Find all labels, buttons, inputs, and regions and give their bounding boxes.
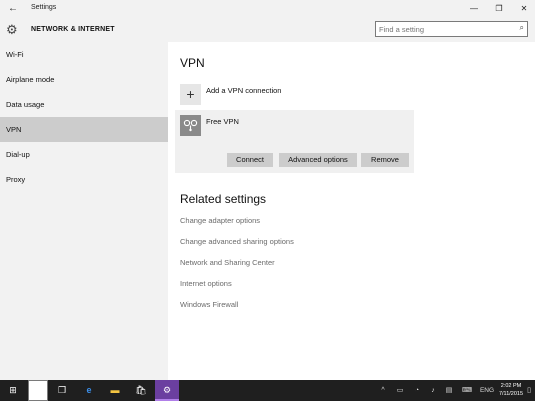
show-hidden-icons-icon[interactable]: ^: [376, 380, 390, 401]
gear-icon: ⚙: [6, 22, 18, 37]
title-bar: ← Settings — ❐ ✕: [0, 0, 535, 18]
link-internet-options[interactable]: Internet options: [180, 279, 232, 288]
settings-header: ⚙ NETWORK & INTERNET ⌕: [0, 18, 535, 42]
network-icon[interactable]: ◔: [410, 380, 424, 401]
related-settings-heading: Related settings: [180, 192, 267, 206]
message-icon[interactable]: ▤: [442, 380, 456, 401]
vpn-heading: VPN: [180, 56, 205, 70]
back-arrow-icon[interactable]: ←: [5, 2, 21, 16]
link-network-and-sharing-center[interactable]: Network and Sharing Center: [180, 258, 275, 267]
start-icon[interactable]: ⊞: [4, 380, 22, 401]
vpn-connection-name: Free VPN: [206, 117, 239, 126]
store-icon[interactable]: 🛍: [130, 380, 152, 401]
link-windows-firewall[interactable]: Windows Firewall: [180, 300, 238, 309]
taskbar-search-icon[interactable]: ⌕: [28, 380, 48, 401]
connect-button[interactable]: Connect: [227, 153, 273, 167]
remove-button[interactable]: Remove: [361, 153, 409, 167]
file-explorer-icon[interactable]: ▬: [104, 380, 126, 401]
add-vpn-label[interactable]: Add a VPN connection: [206, 86, 281, 95]
sidebar-item-vpn[interactable]: VPN: [0, 117, 168, 142]
clock-date: 7/11/2015: [498, 391, 524, 397]
volume-icon[interactable]: ♪: [426, 380, 440, 401]
search-icon[interactable]: ⌕: [520, 23, 524, 33]
main-content: VPN + Add a VPN connection Free VPN Conn…: [168, 42, 535, 380]
add-vpn-connection[interactable]: + Add a VPN connection: [180, 84, 410, 106]
sidebar-item-dial-up[interactable]: Dial-up: [0, 142, 168, 167]
restore-icon[interactable]: ❐: [487, 0, 511, 18]
search-box[interactable]: ⌕: [375, 21, 528, 37]
search-input[interactable]: [379, 23, 511, 35]
task-view-icon[interactable]: ❒: [52, 380, 72, 401]
edge-browser-icon[interactable]: e: [78, 380, 100, 401]
link-change-adapter-options[interactable]: Change adapter options: [180, 216, 260, 225]
sidebar-item-wifi[interactable]: Wi-Fi: [0, 42, 168, 67]
input-language[interactable]: ENG: [478, 380, 496, 401]
page-title: NETWORK & INTERNET: [31, 26, 115, 33]
clock[interactable]: 2:02 PM 7/11/2015: [498, 382, 524, 398]
close-icon[interactable]: ✕: [512, 0, 535, 18]
plus-icon[interactable]: +: [180, 84, 201, 105]
settings-app-icon[interactable]: ⚙: [155, 380, 179, 401]
minimize-icon[interactable]: —: [462, 0, 486, 18]
taskbar: ⊞ ⌕ ❒ e ▬ 🛍 ⚙ ^ ▭ ◔ ♪ ▤ ⌨ ENG 2:02 PM 7/…: [0, 380, 535, 401]
show-desktop-icon[interactable]: ▯: [524, 380, 534, 401]
vpn-connection-item[interactable]: Free VPN Connect Advanced options Remove: [175, 110, 414, 173]
vpn-connection-icon: [180, 115, 201, 136]
clock-time: 2:02 PM: [500, 383, 522, 389]
vpn-link-icon: [183, 119, 198, 132]
sidebar-item-data-usage[interactable]: Data usage: [0, 92, 168, 117]
sidebar-item-airplane-mode[interactable]: Airplane mode: [0, 67, 168, 92]
sidebar: Wi-Fi Airplane mode Data usage VPN Dial-…: [0, 42, 168, 380]
sidebar-item-proxy[interactable]: Proxy: [0, 167, 168, 192]
advanced-options-button[interactable]: Advanced options: [279, 153, 357, 167]
link-change-advanced-sharing-options[interactable]: Change advanced sharing options: [180, 237, 294, 246]
battery-icon[interactable]: ▭: [393, 380, 407, 401]
window-title: Settings: [31, 4, 57, 11]
keyboard-icon[interactable]: ⌨: [460, 380, 474, 401]
